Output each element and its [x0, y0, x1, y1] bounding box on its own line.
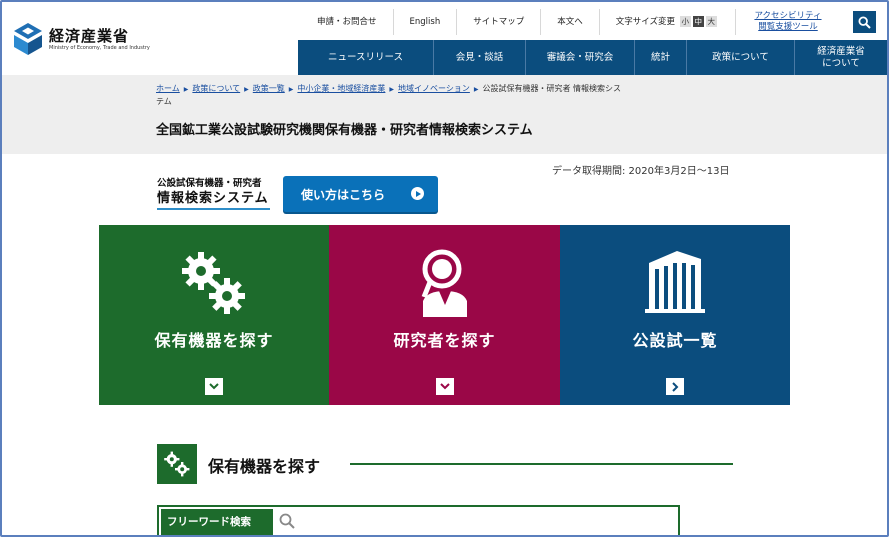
- howto-button-label: 使い方はこちら: [301, 187, 386, 202]
- meti-logo-icon: [14, 23, 42, 55]
- breadcrumb: ホーム ▶ 政策について ▶ 政策一覧 ▶ 中小企業・地域経済産業 ▶ 地域イノベーション ▶ 公設…: [156, 83, 626, 108]
- nav-statistics[interactable]: 統計: [635, 40, 687, 75]
- nav-policy[interactable]: 政策について: [687, 40, 795, 75]
- section-gears-icon: [157, 444, 197, 484]
- chevron-down-icon: [435, 378, 454, 395]
- title-band: ホーム ▶ 政策について ▶ 政策一覧 ▶ 中小企業・地域経済産業 ▶ 地域イノベーション ▶ 公設…: [2, 75, 887, 154]
- system-logo-line2: 情報検索システム: [157, 191, 269, 206]
- breadcrumb-arrow-icon: ▶: [288, 86, 294, 93]
- breadcrumb-policy[interactable]: 政策について: [192, 84, 240, 93]
- data-period: データ取得期間: 2020年3月2日～13日: [552, 166, 730, 177]
- skip-to-content-link[interactable]: 本文へ: [541, 9, 600, 35]
- breadcrumb-home[interactable]: ホーム: [156, 84, 180, 93]
- gears-icon: [182, 252, 245, 314]
- utility-links: 申請・お問合せ English サイトマップ 本文へ 文字サイズ変更 小中大: [301, 9, 733, 35]
- chevron-right-icon: [666, 378, 684, 395]
- tile-researcher-label: 研究者を探す: [393, 331, 496, 350]
- researcher-icon: [421, 249, 467, 317]
- freeword-search-label: フリーワード検索: [161, 509, 273, 535]
- meti-logo[interactable]: 経済産業省 Ministry of Economy, Trade and Ind…: [12, 20, 157, 58]
- logo-name-en: Ministry of Economy, Trade and Industry: [49, 44, 150, 51]
- tile-equipment-label: 保有機器を探す: [154, 331, 274, 350]
- section-divider: [350, 463, 733, 465]
- breadcrumb-innovation[interactable]: 地域イノベーション: [398, 84, 470, 93]
- nav-press-conference[interactable]: 会見・談話: [434, 40, 526, 75]
- font-size-medium-button[interactable]: 中: [692, 16, 704, 27]
- system-logo: 公設試保有機器・研究者 情報検索システム: [157, 178, 275, 210]
- system-logo-underline: [157, 208, 270, 210]
- sitemap-link[interactable]: サイトマップ: [457, 9, 542, 35]
- site-search-button[interactable]: [853, 11, 876, 33]
- tile-institution-label: 公設試一覧: [632, 331, 718, 350]
- global-nav: ニュースリリース 会見・談話 審議会・研究会 統計 政策について 経済産業省 に…: [298, 40, 887, 75]
- tile-search-researcher[interactable]: 研究者を探す: [329, 225, 560, 405]
- freeword-search-box: フリーワード検索: [157, 505, 680, 537]
- section-title: 保有機器を探す: [208, 457, 321, 476]
- font-size-small-button[interactable]: 小: [679, 16, 691, 27]
- accessibility-link[interactable]: アクセシビリティ 閲覧支援ツール: [735, 9, 840, 35]
- contact-link[interactable]: 申請・お問合せ: [301, 9, 394, 35]
- font-size-switcher: 文字サイズ変更 小中大: [600, 9, 733, 35]
- nav-about-meti[interactable]: 経済産業省 について: [795, 40, 887, 75]
- chevron-down-icon: [205, 378, 223, 395]
- page-title: 全国鉱工業公設試験研究機関保有機器・研究者情報検索システム: [156, 123, 533, 138]
- building-icon: [645, 251, 705, 313]
- accessibility-line1: アクセシビリティ: [754, 11, 822, 21]
- breadcrumb-arrow-icon: ▶: [389, 86, 395, 93]
- english-link[interactable]: English: [394, 9, 458, 35]
- breadcrumb-sme[interactable]: 中小企業・地域経済産業: [297, 84, 385, 93]
- search-icon: [858, 15, 871, 29]
- system-logo-line1: 公設試保有機器・研究者: [157, 178, 262, 189]
- nav-news-release[interactable]: ニュースリリース: [298, 40, 434, 75]
- breadcrumb-arrow-icon: ▶: [244, 86, 249, 93]
- breadcrumb-policy-list[interactable]: 政策一覧: [253, 84, 285, 93]
- breadcrumb-arrow-icon: ▶: [473, 86, 479, 93]
- site-header: 経済産業省 Ministry of Economy, Trade and Ind…: [2, 2, 887, 75]
- arrow-circle-icon: [411, 187, 424, 200]
- nav-councils[interactable]: 審議会・研究会: [526, 40, 635, 75]
- accessibility-line2: 閲覧支援ツール: [758, 22, 818, 32]
- howto-button[interactable]: 使い方はこちら: [283, 176, 438, 212]
- tile-institution-list[interactable]: 公設試一覧: [560, 225, 790, 405]
- breadcrumb-arrow-icon: ▶: [183, 86, 189, 93]
- logo-name-ja: 経済産業省: [49, 26, 130, 45]
- search-icon[interactable]: [279, 513, 295, 533]
- font-size-label: 文字サイズ変更: [615, 17, 675, 27]
- font-size-large-button[interactable]: 大: [705, 16, 717, 27]
- tile-search-equipment[interactable]: 保有機器を探す: [99, 225, 329, 405]
